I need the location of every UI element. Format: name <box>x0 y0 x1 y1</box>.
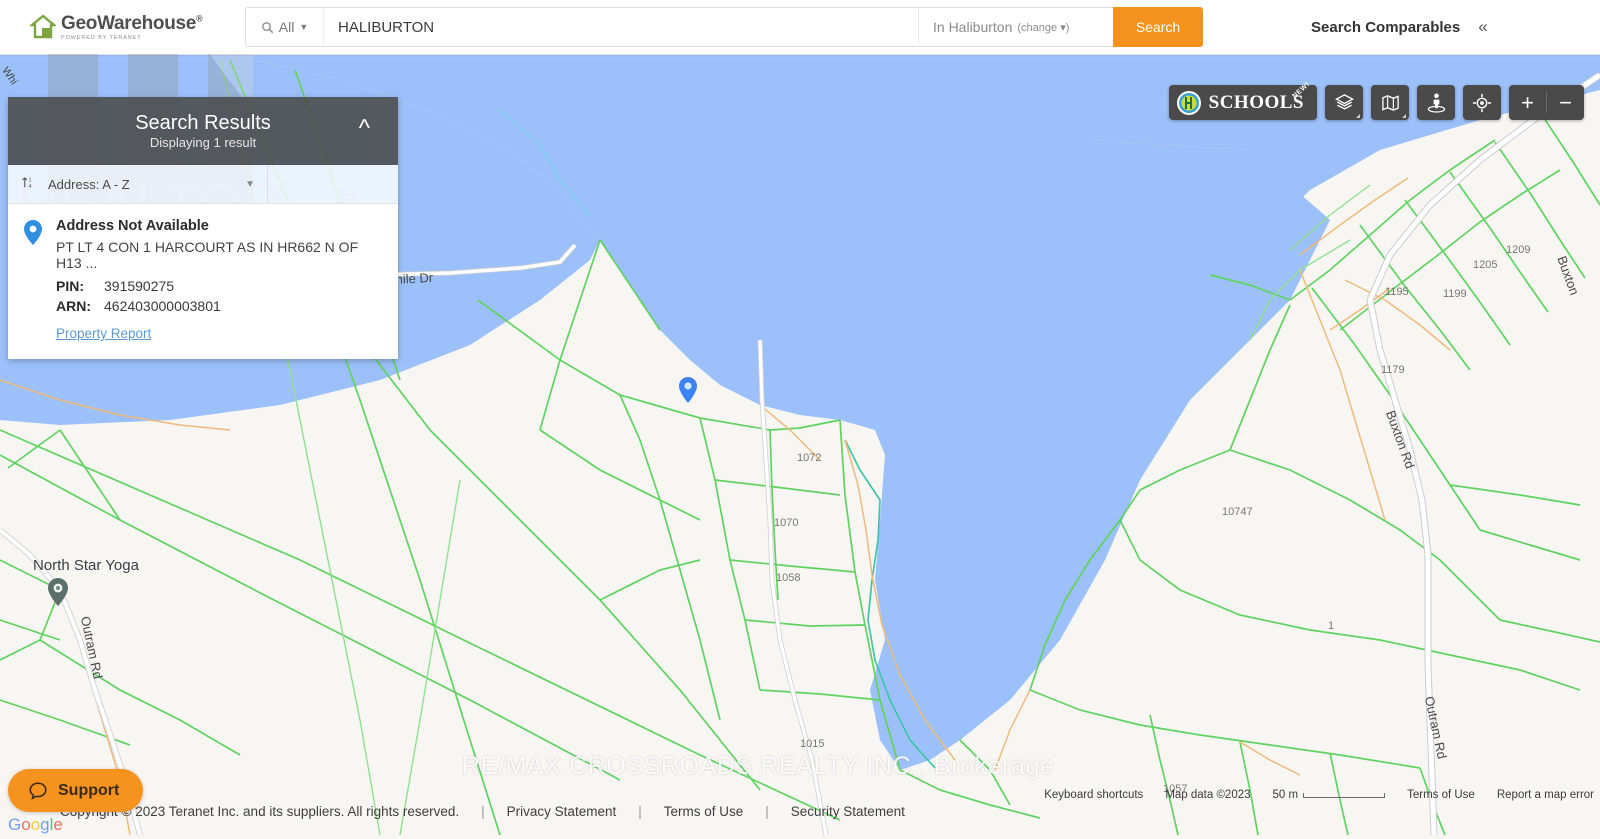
poi-pin-icon[interactable] <box>48 578 68 606</box>
layers-button[interactable] <box>1325 85 1363 120</box>
result-arn-value: 462403000003801 <box>104 298 221 314</box>
schools-logo-icon <box>1176 90 1202 116</box>
chevron-up-icon[interactable]: ^ <box>359 115 370 143</box>
result-pin-label: PIN: <box>56 278 104 294</box>
search-icon <box>261 21 274 34</box>
footer-separator: | <box>638 804 642 819</box>
map-data-copyright: Map data ©2023 <box>1165 789 1250 801</box>
logo-warehouse: Warehouse <box>97 13 196 34</box>
zoom-in-button[interactable]: + <box>1509 85 1546 120</box>
footer-link-terms[interactable]: Terms of Use <box>664 804 744 819</box>
layers-dropdown-corner <box>1356 114 1360 118</box>
geowarehouse-app: 1072 1070 1058 1015 1057 1195 1199 1205 … <box>0 0 1600 839</box>
svg-text:4: 4 <box>28 184 31 190</box>
search-type-dropdown[interactable]: All ▼ <box>245 7 323 47</box>
collapse-header-icon[interactable]: « <box>1478 17 1487 37</box>
sort-row: 1 4 Address: A - Z ▼ <box>8 165 398 204</box>
map-type-button[interactable] <box>1371 85 1409 120</box>
sort-select[interactable]: Address: A - Z ▼ <box>48 165 268 203</box>
map-type-icon <box>1381 93 1400 112</box>
zoom-controls: + − <box>1509 85 1584 120</box>
sort-arrows-icon: 1 4 <box>21 175 36 190</box>
map-scale-label: 50 m <box>1273 789 1299 801</box>
result-address: Address Not Available <box>56 218 382 234</box>
search-input[interactable] <box>323 7 918 47</box>
support-button[interactable]: Support <box>8 769 143 812</box>
report-map-error-link[interactable]: Report a map error <box>1497 789 1594 801</box>
search-button[interactable]: Search <box>1113 7 1203 47</box>
location-label: In Haliburton <box>933 19 1012 35</box>
logo-geo: Geo <box>61 13 97 34</box>
map-pin-icon <box>24 218 46 343</box>
support-label: Support <box>58 782 119 800</box>
map-type-dropdown-corner <box>1402 114 1406 118</box>
locate-me-icon <box>1472 93 1492 113</box>
result-card[interactable]: Address Not Available PT LT 4 CON 1 HARC… <box>8 204 398 359</box>
search-results-title: Search Results <box>135 112 271 135</box>
street-view-button[interactable] <box>1417 85 1455 120</box>
zoom-out-button[interactable]: − <box>1547 85 1584 120</box>
result-pin-row: PIN: 391590275 <box>56 278 382 294</box>
chevron-down-icon: ▼ <box>245 179 255 190</box>
map-controls: SCHOOLS NEW! <box>1169 85 1584 120</box>
search-comparables-link[interactable]: Search Comparables <box>1311 19 1460 36</box>
chevron-down-icon: ▼ <box>299 22 308 32</box>
house-logo-icon <box>30 14 56 40</box>
result-pin-value: 391590275 <box>104 278 174 294</box>
search-group: All ▼ In Haliburton (change ▾) Search <box>245 7 1203 47</box>
search-type-label: All <box>279 19 295 35</box>
svg-text:1: 1 <box>28 178 31 184</box>
sort-value: Address: A - Z <box>48 177 130 192</box>
location-change-link[interactable]: (change ▾) <box>1017 21 1069 34</box>
logo-registered: ® <box>196 13 202 23</box>
search-results-count: Displaying 1 result <box>135 135 271 150</box>
selected-property-marker[interactable] <box>679 377 697 403</box>
street-view-pegman-icon <box>1426 92 1447 113</box>
schools-label: SCHOOLS <box>1209 92 1304 114</box>
property-report-link[interactable]: Property Report <box>56 326 151 341</box>
search-results-panel: Search Results Displaying 1 result ^ 1 4… <box>8 97 398 359</box>
map-scale-bar <box>1303 793 1385 798</box>
result-card-body: Address Not Available PT LT 4 CON 1 HARC… <box>56 218 382 343</box>
locate-me-button[interactable] <box>1463 85 1501 120</box>
result-arn-label: ARN: <box>56 298 104 314</box>
search-results-header: Search Results Displaying 1 result ^ <box>8 97 398 165</box>
map-attribution: Keyboard shortcuts Map data ©2023 50 m T… <box>1044 789 1594 801</box>
keyboard-shortcuts-link[interactable]: Keyboard shortcuts <box>1044 789 1143 801</box>
sort-icon[interactable]: 1 4 <box>8 175 48 193</box>
footer-link-security[interactable]: Security Statement <box>791 804 905 819</box>
location-filter[interactable]: In Haliburton (change ▾) <box>918 7 1113 47</box>
footer-link-privacy[interactable]: Privacy Statement <box>507 804 617 819</box>
footer: Copyright © 2023 Teranet Inc. and its su… <box>0 804 1600 819</box>
logo-wordmark: GeoWarehouse® <box>61 14 202 33</box>
result-legal-description: PT LT 4 CON 1 HARCOURT AS IN HR662 N OF … <box>56 239 382 271</box>
footer-separator: | <box>765 804 769 819</box>
geowarehouse-logo[interactable]: GeoWarehouse® POWERED BY TERANET <box>0 0 210 54</box>
result-arn-row: ARN: 462403000003801 <box>56 298 382 314</box>
chat-bubble-icon <box>28 781 48 801</box>
layers-icon <box>1335 93 1354 112</box>
footer-separator: | <box>481 804 485 819</box>
app-header: GeoWarehouse® POWERED BY TERANET All ▼ I… <box>0 0 1600 54</box>
schools-button[interactable]: SCHOOLS NEW! <box>1169 85 1317 120</box>
logo-tagline: POWERED BY TERANET <box>61 35 202 41</box>
map-terms-link[interactable]: Terms of Use <box>1407 789 1475 801</box>
map-scale: 50 m <box>1273 789 1386 801</box>
